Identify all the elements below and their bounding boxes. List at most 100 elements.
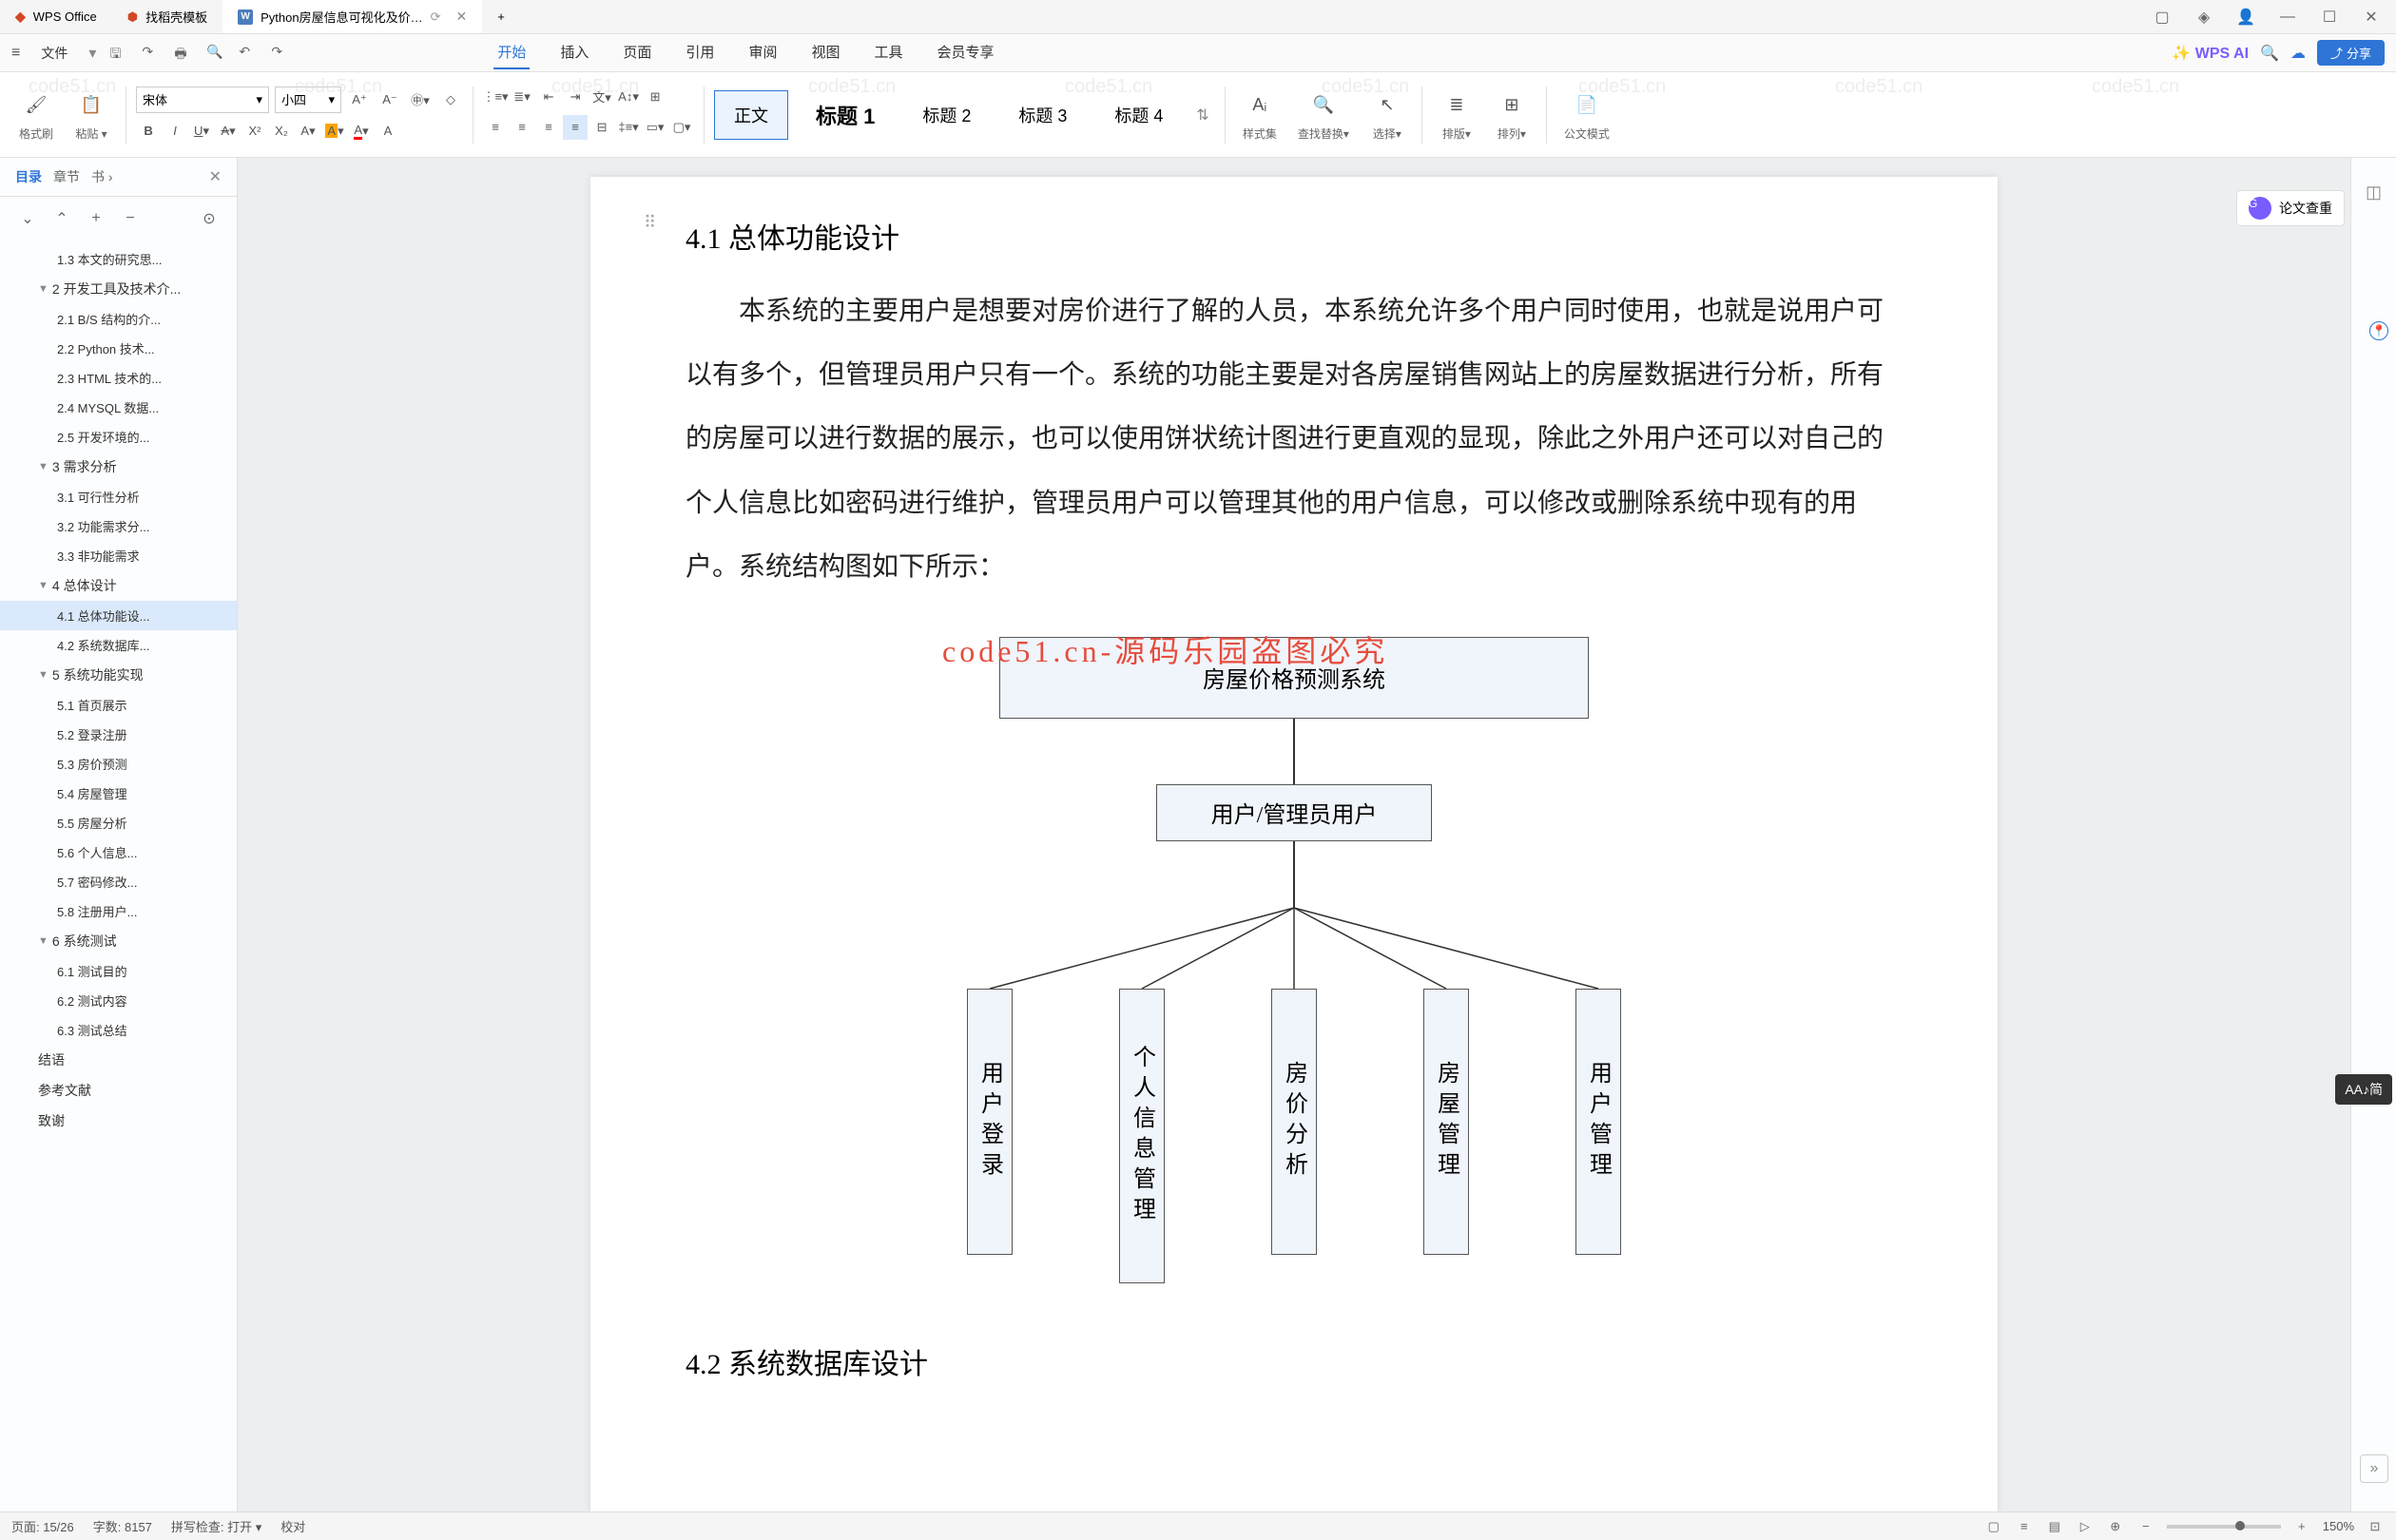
outline-item[interactable]: 1.3 本文的研究思... <box>0 244 237 274</box>
char-shading-button[interactable]: A <box>376 119 400 144</box>
search-icon[interactable]: 🔍 <box>2260 44 2279 63</box>
line-spacing-button[interactable]: ‡≡▾ <box>616 115 641 140</box>
print-icon[interactable]: 🖶 <box>174 44 193 63</box>
sidebar-tab-book[interactable]: 书 › <box>91 167 113 186</box>
document-viewport[interactable]: ⠿ 4.1 总体功能设计 本系统的主要用户是想要对房价进行了解的人员，本系统允许… <box>238 158 2350 1511</box>
arrange2-icon[interactable]: ⊞ <box>1495 87 1529 122</box>
add-icon[interactable]: + <box>84 206 108 231</box>
menu-tab-view[interactable]: 视图 <box>807 36 843 69</box>
strikethrough-button[interactable]: A▾ <box>216 119 241 144</box>
paste-icon[interactable]: 📋 <box>74 87 108 122</box>
text-effect-button[interactable]: A▾ <box>296 119 320 144</box>
align-left-button[interactable]: ≡ <box>483 115 508 140</box>
refresh-icon[interactable]: ⟳ <box>431 10 441 25</box>
outline-item[interactable]: 参考文献 <box>0 1075 237 1106</box>
undo-icon[interactable]: ↶ <box>239 44 258 63</box>
bold-button[interactable]: B <box>136 119 161 144</box>
style-heading3[interactable]: 标题 3 <box>998 90 1087 140</box>
view-web-icon[interactable]: ▤ <box>2045 1517 2064 1536</box>
view-page-icon[interactable]: ▢ <box>1984 1517 2003 1536</box>
chevron-down-icon[interactable]: ▼ <box>38 461 48 472</box>
zoom-level-label[interactable]: 150% <box>2323 1519 2354 1533</box>
align-justify-button[interactable]: ≡ <box>563 115 588 140</box>
shading-button[interactable]: ▭▾ <box>643 115 667 140</box>
outline-item[interactable]: 结语 <box>0 1045 237 1075</box>
outline-item[interactable]: 5.3 房价预测 <box>0 749 237 779</box>
avatar-icon[interactable]: 👤 <box>2232 4 2259 30</box>
chevron-down-icon[interactable]: ▼ <box>38 669 48 681</box>
outline-item[interactable]: 6.3 测试总结 <box>0 1015 237 1045</box>
outline-item[interactable]: ▼6 系统测试 <box>0 926 237 956</box>
location-bookmark-icon[interactable]: 📍 <box>2369 321 2388 340</box>
outline-item[interactable]: 3.1 可行性分析 <box>0 482 237 511</box>
outline-item[interactable]: 4.1 总体功能设... <box>0 601 237 630</box>
sidebar-close-icon[interactable]: ✕ <box>209 167 222 186</box>
menu-tab-reference[interactable]: 引用 <box>682 36 718 69</box>
cube-icon[interactable]: ◈ <box>2191 4 2217 30</box>
menu-tab-tools[interactable]: 工具 <box>870 36 906 69</box>
superscript-button[interactable]: X² <box>242 119 267 144</box>
decrease-font-icon[interactable]: A⁻ <box>377 87 402 112</box>
numbering-button[interactable]: ≣▾ <box>510 85 534 109</box>
close-window-icon[interactable]: ✕ <box>2358 4 2385 30</box>
style-set-icon[interactable]: Aᵢ <box>1243 87 1277 122</box>
outline-item[interactable]: 2.3 HTML 技术的... <box>0 363 237 393</box>
highlight-button[interactable]: A▾ <box>322 119 347 144</box>
tools-toggle-icon[interactable]: » <box>2360 1454 2388 1483</box>
outline-item[interactable]: 3.2 功能需求分... <box>0 511 237 541</box>
outline-item[interactable]: ▼4 总体设计 <box>0 570 237 601</box>
phonetic-icon[interactable]: ㊥▾ <box>408 87 433 112</box>
text-align-button[interactable]: A↕▾ <box>616 85 641 109</box>
font-size-select[interactable]: 小四▾ <box>275 87 341 113</box>
collapse-up-icon[interactable]: ⌃ <box>49 206 74 231</box>
zoom-out-icon[interactable]: − <box>2136 1517 2155 1536</box>
outline-item[interactable]: 致谢 <box>0 1106 237 1136</box>
remove-icon[interactable]: − <box>118 206 143 231</box>
underline-button[interactable]: U▾ <box>189 119 214 144</box>
select-icon[interactable]: ↖ <box>1370 87 1404 122</box>
borders-button[interactable]: ▢▾ <box>669 115 694 140</box>
sidebar-tab-sections[interactable]: 章节 <box>53 167 80 186</box>
rp-collapse-icon[interactable]: ◫ <box>2359 177 2389 207</box>
clear-format-icon[interactable]: ◇ <box>438 87 463 112</box>
outline-item[interactable]: 5.8 注册用户... <box>0 896 237 926</box>
outline-item[interactable]: 4.2 系统数据库... <box>0 630 237 660</box>
outline-item[interactable]: ▼2 开发工具及技术介... <box>0 274 237 304</box>
outline-item[interactable]: 5.6 个人信息... <box>0 837 237 867</box>
indent-right-button[interactable]: ⇥ <box>563 85 588 109</box>
font-color-button[interactable]: A▾ <box>349 119 374 144</box>
outline-item[interactable]: 5.2 登录注册 <box>0 720 237 749</box>
indent-left-button[interactable]: ⇤ <box>536 85 561 109</box>
drag-handle-icon[interactable]: ⠿ <box>644 213 656 233</box>
chevron-down-icon[interactable]: ▼ <box>38 935 48 947</box>
style-heading2[interactable]: 标题 2 <box>902 90 991 140</box>
redo2-icon[interactable]: ↷ <box>271 44 290 63</box>
menu-tab-start[interactable]: 开始 <box>493 36 530 69</box>
wps-ai-button[interactable]: ✨ WPS AI <box>2172 44 2249 63</box>
app-tab-wps[interactable]: ◆ WPS Office <box>0 0 112 33</box>
settings-icon[interactable]: ⊙ <box>197 206 222 231</box>
layout-icon[interactable]: ▢ <box>2149 4 2175 30</box>
outline-item[interactable]: 5.7 密码修改... <box>0 867 237 896</box>
align-right-button[interactable]: ≡ <box>536 115 561 140</box>
outline-item[interactable]: 6.1 测试目的 <box>0 956 237 986</box>
minimize-icon[interactable]: — <box>2274 4 2301 30</box>
new-tab-button[interactable]: + <box>482 0 520 33</box>
fit-icon[interactable]: ⊡ <box>2366 1517 2385 1536</box>
style-heading4[interactable]: 标题 4 <box>1094 90 1183 140</box>
distribute-button[interactable]: ⊟ <box>589 115 614 140</box>
arrange-icon[interactable]: ≣ <box>1440 87 1474 122</box>
app-tab-document[interactable]: W Python房屋信息可视化及价… ⟳ ✕ <box>222 0 482 33</box>
outline-item[interactable]: 6.2 测试内容 <box>0 986 237 1015</box>
zoom-in-icon[interactable]: + <box>2292 1517 2311 1536</box>
status-spellcheck[interactable]: 拼写检查: 打开 ▾ <box>171 1517 261 1535</box>
menu-tab-member[interactable]: 会员专享 <box>933 36 997 69</box>
style-heading1[interactable]: 标题 1 <box>796 87 895 143</box>
align-center-button[interactable]: ≡ <box>510 115 534 140</box>
cloud-icon[interactable]: ☁ <box>2290 44 2306 63</box>
menu-hamburger-icon[interactable]: ≡ <box>11 45 20 62</box>
aa-simplify-badge[interactable]: AA♪简 <box>2335 1074 2392 1105</box>
collapse-down-icon[interactable]: ⌄ <box>15 206 40 231</box>
gov-mode-icon[interactable]: 📄 <box>1570 87 1604 122</box>
text-direction-button[interactable]: 文▾ <box>589 85 614 109</box>
